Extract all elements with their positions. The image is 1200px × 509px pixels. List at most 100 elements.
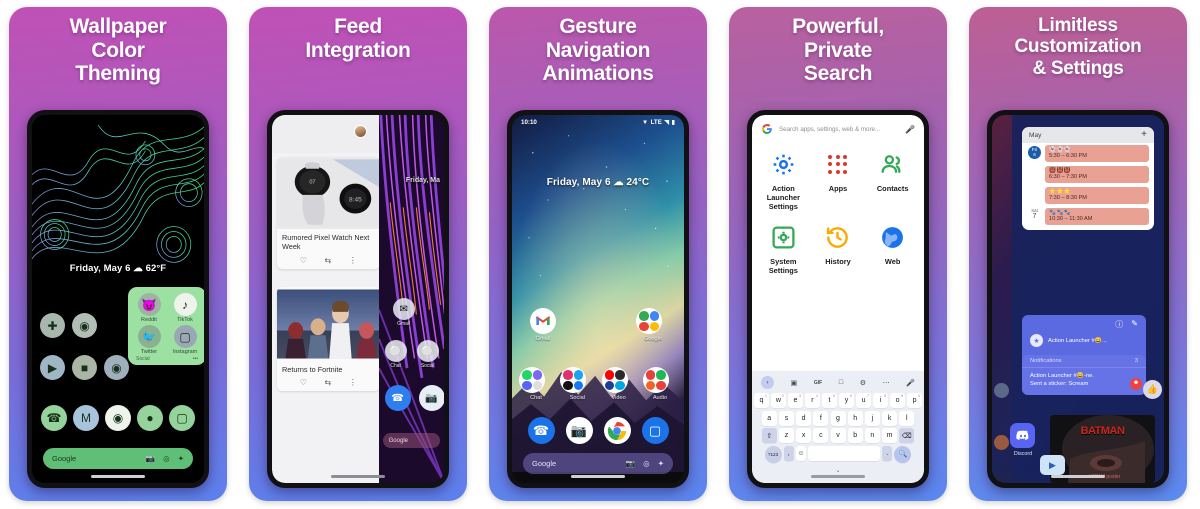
key-c[interactable]: c [813, 428, 829, 443]
more-icon[interactable]: ⋮ [349, 256, 357, 265]
shortcut-history[interactable]: History [811, 223, 866, 275]
key-n[interactable]: n [864, 428, 880, 443]
app-google-folder[interactable]: Google [636, 308, 670, 342]
calendar-event-row[interactable]: ⭐⭐⭐ 7:30 – 8:30 PM [1022, 185, 1154, 206]
heart-icon[interactable]: ♡ [300, 378, 307, 387]
more-icon[interactable]: ⋯ [883, 379, 890, 387]
gesture-bar[interactable] [571, 475, 625, 478]
phone-icon[interactable]: ☎ [384, 385, 411, 411]
edit-icon[interactable]: ✎ [1131, 319, 1138, 330]
calendar-widget[interactable]: May + Fri 6 👻👻👻 5:30 – 6:30 PM 👹👹👹 6:30 … [1022, 127, 1154, 230]
key-i[interactable]: 8i [873, 393, 888, 408]
on-screen-keyboard[interactable]: ‹ ▣ GIF □ ⚙ ⋯ 🎤 1q 2w 3e 4r 5 t 6 y 7 u … [752, 371, 924, 483]
shortcut-action-launcher-settings[interactable]: Action Launcher Settings [756, 150, 811, 211]
key-b[interactable]: b [847, 428, 863, 443]
assistant-icon[interactable]: ✦ [658, 459, 664, 468]
shortcut-web[interactable]: Web [865, 223, 920, 275]
google-search-pill[interactable]: Google 📷 ◎ ✦ [43, 448, 193, 469]
key-r[interactable]: 4r [805, 393, 820, 408]
sticker-icon[interactable]: ▣ [791, 379, 798, 387]
gesture-bar[interactable] [1051, 475, 1105, 478]
phone-icon[interactable] [994, 383, 1009, 398]
gmail-icon[interactable]: ✉ [392, 298, 415, 320]
app-gmail[interactable]: Gmail [526, 308, 560, 342]
feed-card[interactable]: Returns to Fortnite ♡ ⇆ ⋮ [277, 287, 379, 392]
phone-icon[interactable]: ☎ [41, 405, 67, 431]
discord-notification-card[interactable]: ⓘ ✎ ★ Action Launcher #😀... Notification… [1022, 315, 1146, 395]
thumbs-up-icon[interactable]: 👍 [1143, 380, 1162, 399]
camera-icon[interactable]: 📷 [146, 454, 155, 463]
back-chevron-icon[interactable]: ‹ [761, 376, 774, 389]
play-icon[interactable]: ▶ [1040, 455, 1065, 475]
space-key[interactable] [808, 445, 881, 461]
key-h[interactable]: h [847, 410, 863, 426]
chrome-icon[interactable] [994, 435, 1009, 450]
camera-icon[interactable]: 📷 [418, 385, 444, 411]
key-o[interactable]: 9o [890, 393, 905, 408]
lens-icon[interactable]: ◎ [643, 459, 650, 468]
gif-button[interactable]: GIF [814, 380, 822, 386]
calendar-event[interactable]: 🐾🐾🐾 10:30 – 11:30 AM [1045, 208, 1149, 225]
key-z[interactable]: z [778, 428, 794, 443]
avatar[interactable] [353, 125, 367, 138]
key-k[interactable]: k [882, 410, 898, 426]
messages-icon[interactable]: ▢ [169, 405, 195, 431]
search-field[interactable]: Search apps, settings, web & more... 🎤 [752, 115, 924, 142]
shift-icon[interactable]: ⇧ [761, 428, 777, 443]
maps-icon[interactable]: ● [137, 405, 163, 431]
key-v[interactable]: v [830, 428, 846, 443]
server-row[interactable]: ★ Action Launcher #😀... [1022, 332, 1146, 353]
share-icon[interactable]: ⇆ [325, 378, 332, 387]
camera-icon[interactable]: 📷 [565, 417, 593, 444]
calendar-event-row[interactable]: 👹👹👹 6:30 – 7:30 PM [1022, 164, 1154, 185]
key-a[interactable]: a [761, 410, 777, 426]
messages-icon[interactable]: ▢ [641, 417, 669, 444]
folder-video[interactable]: Video [601, 367, 636, 401]
key-u[interactable]: 7u [856, 393, 871, 408]
folder-chat[interactable]: Chat [519, 367, 553, 401]
key-m[interactable]: m [882, 428, 898, 443]
phone-icon[interactable]: ☎ [527, 417, 555, 444]
folder-audio[interactable]: Audio [642, 367, 677, 401]
google-search-pill[interactable]: Google [382, 433, 440, 448]
symbols-key[interactable]: ?123 [764, 445, 782, 463]
google-search-pill[interactable]: Google 📷 ◎ ✦ [523, 453, 673, 474]
key-x[interactable]: x [796, 428, 812, 443]
key-j[interactable]: j [864, 410, 880, 426]
key-g[interactable]: g [830, 410, 846, 426]
chrome-icon[interactable]: ◉ [105, 405, 131, 431]
calendar-event-row[interactable]: Fri 6 👻👻👻 5:30 – 6:30 PM [1022, 143, 1154, 164]
key-f[interactable]: f [813, 410, 829, 426]
calendar-event[interactable]: ⭐⭐⭐ 7:30 – 8:30 PM [1045, 187, 1149, 204]
camera-icon[interactable]: 📷 [626, 459, 635, 468]
shortcut-contacts[interactable]: Contacts [865, 150, 920, 211]
clipboard-icon[interactable]: □ [839, 379, 843, 386]
feed-panel[interactable]: 07 8:45 Rumored Pixel Watch Next Week ♡ [272, 115, 379, 483]
info-icon[interactable]: ⓘ [1115, 319, 1123, 330]
key-q[interactable]: 1q [754, 393, 769, 408]
mic-icon[interactable]: 🎤 [906, 379, 915, 387]
chrome-icon[interactable] [603, 417, 631, 444]
chat-bubble-icon[interactable]: ■ [72, 355, 97, 380]
social-folder-icon[interactable]: ⚪ [416, 340, 439, 362]
key-s[interactable]: s [778, 410, 794, 426]
share-icon[interactable]: ⇆ [325, 256, 332, 265]
more-icon[interactable]: ⋮ [349, 378, 357, 387]
plus-icon[interactable]: ✚ [40, 313, 65, 338]
mic-icon[interactable]: 🎤 [905, 125, 915, 134]
shortcut-apps[interactable]: Apps [811, 150, 866, 211]
discord-icon[interactable] [1010, 423, 1035, 448]
gesture-bar[interactable] [811, 475, 865, 478]
heart-icon[interactable]: ♡ [300, 256, 307, 265]
add-event-button[interactable]: + [1141, 130, 1147, 140]
key-d[interactable]: d [796, 410, 812, 426]
key-y[interactable]: 6y [839, 393, 854, 408]
comma-key[interactable]: , [783, 445, 794, 461]
search-icon[interactable]: 🔍 [894, 445, 912, 463]
gear-icon[interactable]: ⚙ [860, 379, 866, 387]
key-e[interactable]: 3e [788, 393, 803, 408]
gmail-icon[interactable]: M [73, 405, 99, 431]
hide-keyboard-icon[interactable]: ⌄ [754, 465, 922, 474]
calendar-event[interactable]: 👻👻👻 5:30 – 6:30 PM [1045, 145, 1149, 162]
muted-icon[interactable]: ◉ [104, 355, 129, 380]
